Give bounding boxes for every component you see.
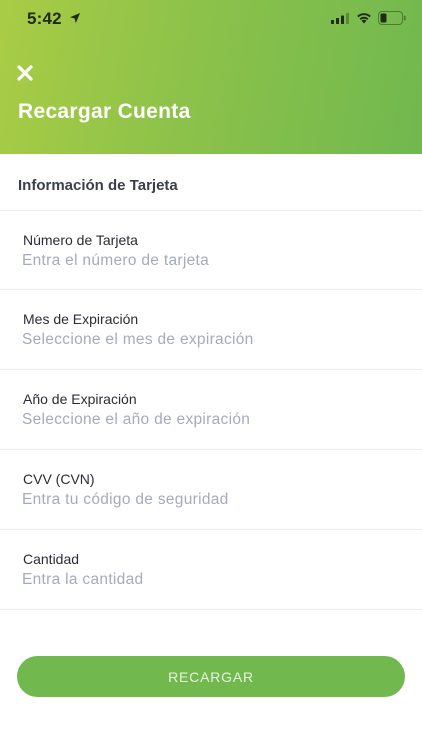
close-button[interactable] [14, 62, 36, 84]
cvv-label: CVV (CVN) [23, 471, 95, 487]
battery-icon [378, 11, 406, 25]
expiry-year-field[interactable]: Año de Expiración [0, 370, 422, 450]
location-arrow-icon [70, 13, 80, 23]
cvv-input[interactable] [22, 488, 402, 512]
expiry-year-label: Año de Expiración [23, 391, 137, 407]
card-number-field[interactable]: Número de Tarjeta [0, 210, 422, 290]
signal-icon [331, 13, 349, 24]
amount-field[interactable]: Cantidad [0, 530, 422, 610]
cvv-field[interactable]: CVV (CVN) [0, 450, 422, 530]
amount-label: Cantidad [23, 551, 80, 567]
page-title: Recargar Cuenta [18, 100, 191, 123]
section-title: Información de Tarjeta [18, 177, 178, 194]
amount-input[interactable] [22, 568, 402, 592]
close-icon [17, 65, 33, 81]
expiry-month-field[interactable]: Mes de Expiración [0, 290, 422, 370]
expiry-year-input[interactable] [22, 408, 402, 432]
recharge-button[interactable]: RECARGAR [17, 656, 405, 697]
wifi-icon [357, 13, 371, 24]
expiry-month-input[interactable] [22, 328, 402, 352]
status-bar: 5:42 [0, 0, 422, 36]
header: 5:42 Recargar Cuenta [0, 0, 422, 154]
card-number-input[interactable] [22, 249, 402, 273]
card-form: Número de Tarjeta Mes de Expiración Año … [0, 210, 422, 610]
expiry-month-label: Mes de Expiración [23, 311, 139, 327]
status-time: 5:42 [27, 9, 62, 28]
card-number-label: Número de Tarjeta [23, 232, 138, 248]
